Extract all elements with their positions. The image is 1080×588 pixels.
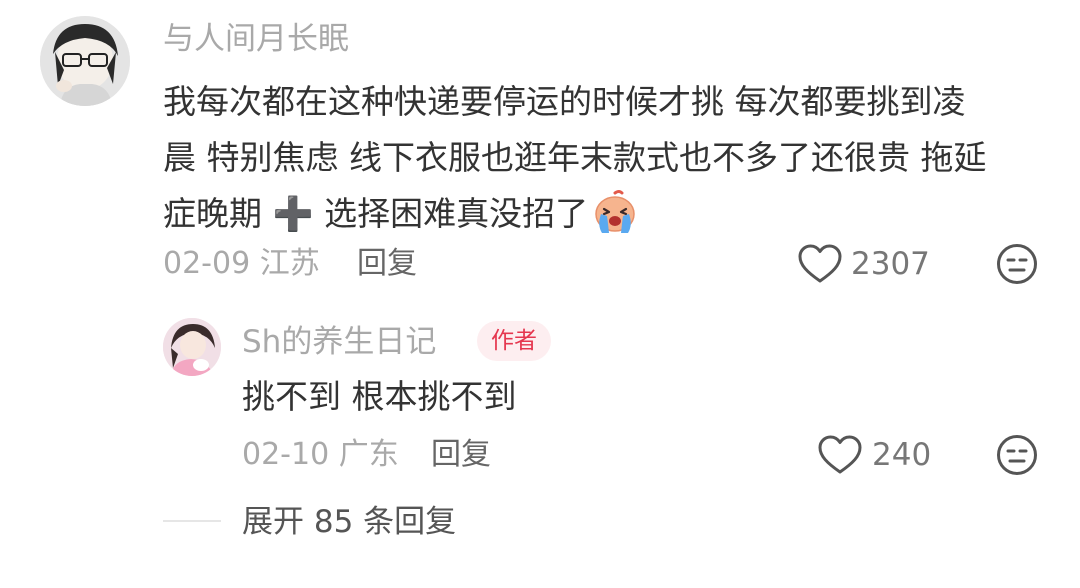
reply-author-name[interactable]: Sh的养生日记 [242,320,436,364]
comment-date-location: 02-09 江苏 [163,246,320,281]
user-avatar-icon [163,318,221,376]
comment-line-last: 症晚期 ➕ 选择困难真没招了 [163,186,1038,242]
reply-date-location: 02-10 广东 [242,437,399,472]
crying-face-emoji-icon [595,190,635,233]
unamused-face-icon[interactable] [996,243,1038,285]
comment-line: 我每次都在这种快递要停运的时候才挑 每次都要挑到凌 [163,82,966,121]
expand-divider [163,520,221,522]
reply-body: 挑不到 根本挑不到 [242,377,517,416]
reply-button[interactable]: 回复 [357,243,417,285]
comment-line: 晨 特别焦虑 线下衣服也逛年末款式也不多了还很贵 拖延 [163,138,987,177]
commenter-name[interactable]: 与人间月长眠 [163,17,349,61]
comment-body: 我每次都在这种快递要停运的时候才挑 每次都要挑到凌 晨 特别焦虑 线下衣服也逛年… [163,74,1038,242]
heart-outline-icon[interactable] [817,434,863,476]
reply-like-count: 240 [872,437,932,473]
heart-outline-icon[interactable] [797,243,843,285]
expand-replies-button[interactable]: 展开 85 条回复 [242,500,456,544]
unamused-face-icon[interactable] [996,434,1038,476]
commenter-avatar[interactable] [40,16,130,106]
comment-line-text: 症晚期 ➕ 选择困难真没招了 [163,194,589,233]
user-avatar-icon [40,16,130,106]
author-badge: 作者 [477,321,551,361]
like-count: 2307 [851,246,930,282]
reply-author-avatar[interactable] [163,318,221,376]
reply-to-reply-button[interactable]: 回复 [431,434,491,476]
